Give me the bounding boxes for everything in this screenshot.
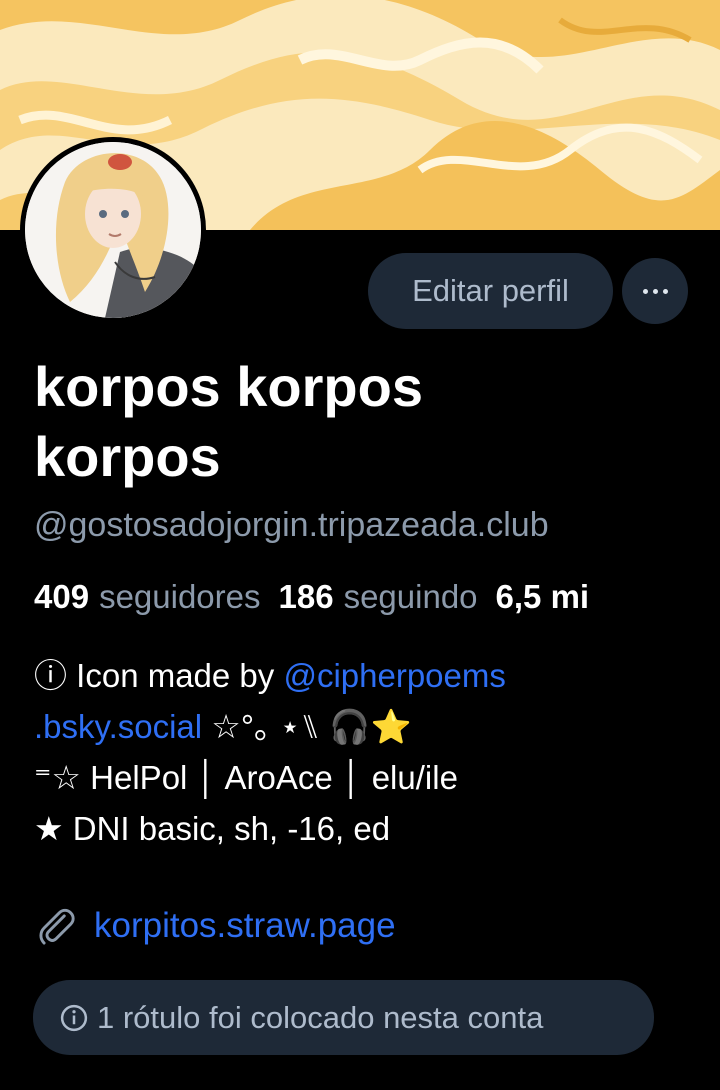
following-count: 186 [278, 578, 334, 615]
display-name: korpos korpos korpos [34, 355, 423, 488]
bio-line-3: ⁼☆ HelPol │ AroAce │ elu/ile [34, 759, 458, 796]
following-link[interactable]: 186 seguindo [279, 578, 496, 616]
followers-count: 409 [34, 578, 90, 615]
avatar[interactable] [20, 137, 206, 323]
edit-profile-button[interactable]: Editar perfil [368, 253, 613, 329]
posts-count: 6,5 mi [495, 578, 590, 615]
website-link[interactable]: korpitos.straw.page [94, 906, 396, 946]
bio-mention-link-cont[interactable]: .bsky.social [34, 708, 202, 745]
more-options-button[interactable] [622, 258, 688, 324]
bio-mention-link[interactable]: @cipherpoems [283, 657, 505, 694]
paperclip-icon [39, 908, 75, 945]
profile-bio: ⓘ Icon made by @cipherpoems .bsky.social… [34, 650, 704, 854]
following-label: seguindo [343, 578, 478, 615]
followers-label: seguidores [99, 578, 261, 615]
bio-line-4: ★ DNI basic, sh, -16, ed [34, 810, 391, 847]
bio-line-2-text: ☆°｡ ⋆⑊ 🎧⭐ [202, 708, 412, 745]
info-icon [60, 1004, 88, 1031]
bio-line-1-text: ⓘ Icon made by [34, 657, 284, 694]
avatar-image [25, 142, 201, 318]
moderation-label-text: 1 rótulo foi colocado nesta conta [97, 999, 544, 1035]
bio-line-2: .bsky.social ☆°｡ ⋆⑊ 🎧⭐ [34, 701, 704, 752]
bio-line-1: ⓘ Icon made by @cipherpoems [34, 650, 704, 701]
ellipsis-icon [642, 288, 668, 294]
profile-handle: @gostosadojorgin.tripazeada.club [34, 506, 549, 544]
profile-stats: 409 seguidores 186 seguindo 6,5 mi [34, 578, 589, 616]
followers-link[interactable]: 409 seguidores [34, 578, 279, 616]
website-link-row[interactable]: korpitos.straw.page [34, 904, 396, 948]
moderation-label-button[interactable]: 1 rótulo foi colocado nesta conta [33, 980, 654, 1055]
